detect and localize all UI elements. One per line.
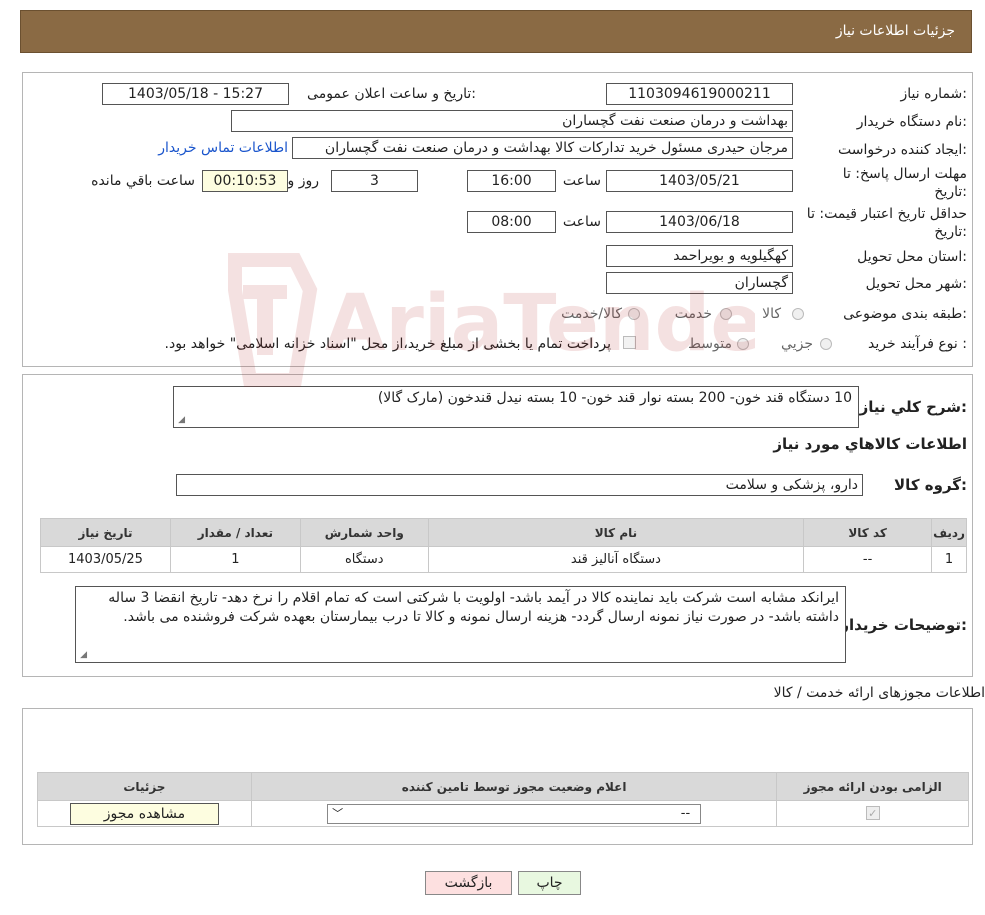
cell-name: دستگاه آنالیز قند xyxy=(427,546,805,573)
permit-status-cell: -- ﹀ xyxy=(250,800,778,827)
cell-code: -- xyxy=(803,546,933,573)
group-label: گروه کالا: xyxy=(894,476,967,494)
validity-time-label: ساعت xyxy=(562,214,601,230)
permit-required-checkbox: ✓ xyxy=(865,806,880,820)
view-permit-button[interactable]: مشاهده مجوز xyxy=(69,802,219,825)
col-unit: واحد شمارش xyxy=(299,518,429,547)
need-number-label: شماره نیاز: xyxy=(900,86,967,102)
announce-field[interactable]: 1403/05/18 - 15:27 xyxy=(102,83,289,105)
col-date: تاریخ نیاز xyxy=(40,518,171,547)
deadline-label: مهلت ارسال پاسخ: تا xyxy=(842,166,967,182)
page-header: جزئیات اطلاعات نیاز xyxy=(20,10,972,53)
city-label: شهر محل تحویل: xyxy=(865,276,967,292)
category-label: طبقه بندی موضوعی: xyxy=(843,306,967,322)
process-option-minor: جزیي xyxy=(781,336,813,352)
permits-table: الزامی بودن ارائه مجوز اعلام وضعیت مجوز … xyxy=(37,772,969,827)
summary-text: 10 دستگاه قند خون- 200 بسته نوار قند خون… xyxy=(377,390,852,406)
category-radio-goods-service[interactable] xyxy=(628,308,640,320)
cell-qty: 1 xyxy=(169,546,301,573)
cell-row: 1 xyxy=(931,546,967,573)
resize-grip-icon[interactable]: ◢ xyxy=(78,651,87,660)
chevron-down-icon: ﹀ xyxy=(332,806,344,820)
remaining-label: ساعت باقي مانده xyxy=(91,173,195,189)
permit-status-value: -- xyxy=(680,805,691,821)
validity-label-2: تاریخ: xyxy=(934,224,967,240)
process-label: نوع فرآیند خرید : xyxy=(868,336,967,352)
back-button[interactable]: بازگشت xyxy=(425,871,512,895)
validity-time-field[interactable]: 08:00 xyxy=(467,211,556,233)
buyer-notes-field[interactable]: ایرانکد مشابه است شرکت باید نماینده کالا… xyxy=(75,586,846,663)
page-title: جزئیات اطلاعات نیاز xyxy=(835,23,955,39)
permits-table-header: الزامی بودن ارائه مجوز اعلام وضعیت مجوز … xyxy=(37,772,969,801)
days-label: روز و xyxy=(287,173,320,189)
cell-unit: دستگاه xyxy=(299,546,429,573)
permit-status-select[interactable]: -- ﹀ xyxy=(327,803,702,824)
buyer-notes-label: توضیحات خریدار: xyxy=(840,616,967,634)
process-radio-minor[interactable] xyxy=(820,338,832,350)
print-button[interactable]: چاپ xyxy=(518,871,581,895)
category-option-goods-service: کالا/خدمت xyxy=(561,306,622,322)
remaining-time-field: 00:10:53 xyxy=(202,170,288,192)
category-radio-service[interactable] xyxy=(720,308,732,320)
deadline-time-field[interactable]: 16:00 xyxy=(467,170,556,192)
permit-required-cell: ✓ xyxy=(776,800,969,827)
province-field[interactable]: کهگیلویه و بویراحمد xyxy=(606,245,793,267)
validity-label: حداقل تاریخ اعتبار قیمت: تا xyxy=(806,206,967,222)
buyer-org-label: نام دستگاه خریدار: xyxy=(856,114,967,130)
need-number-field[interactable]: 1103094619000211 xyxy=(606,83,793,105)
permits-title: اطلاعات مجوزهای ارائه خدمت / کالا xyxy=(773,685,985,701)
col-code: کد کالا xyxy=(803,518,933,547)
buyer-notes-text: ایرانکد مشابه است شرکت باید نماینده کالا… xyxy=(108,590,839,625)
announce-label: تاریخ و ساعت اعلان عمومی: xyxy=(307,86,476,102)
col-permit-details: جزئیات xyxy=(37,772,252,801)
permit-details-cell: مشاهده مجوز xyxy=(37,800,252,827)
resize-grip-icon[interactable]: ◢ xyxy=(176,416,185,425)
days-field[interactable]: 3 xyxy=(331,170,418,192)
deadline-time-label: ساعت xyxy=(562,173,601,189)
summary-field[interactable]: 10 دستگاه قند خون- 200 بسته نوار قند خون… xyxy=(173,386,859,428)
requester-field[interactable]: مرجان حیدری مسئول خرید تدارکات کالا بهدا… xyxy=(292,137,793,159)
buyer-contact-link[interactable]: اطلاعات تماس خریدار xyxy=(158,140,288,156)
deadline-label-2: تاریخ: xyxy=(934,184,967,200)
category-radio-goods[interactable] xyxy=(792,308,804,320)
col-qty: تعداد / مقدار xyxy=(169,518,301,547)
city-field[interactable]: گچساران xyxy=(606,272,793,294)
validity-date-field[interactable]: 1403/06/18 xyxy=(606,211,793,233)
category-option-goods: کالا xyxy=(762,306,781,322)
col-row: رديف xyxy=(931,518,967,547)
deadline-date-field[interactable]: 1403/05/21 xyxy=(606,170,793,192)
treasury-checkbox[interactable] xyxy=(623,336,636,349)
summary-label: شرح کلي نياز: xyxy=(859,398,967,416)
col-permit-required: الزامی بودن ارائه مجوز xyxy=(776,772,969,801)
buyer-org-field[interactable]: بهداشت و درمان صنعت نفت گچساران xyxy=(231,110,793,132)
process-option-medium: متوسط xyxy=(688,336,732,352)
process-note: پرداخت تمام یا بخشی از مبلغ خرید،از محل … xyxy=(164,336,611,352)
items-title: اطلاعات کالاهاي مورد نياز xyxy=(773,435,967,453)
col-name: نام کالا xyxy=(427,518,805,547)
items-table: رديف کد کالا نام کالا واحد شمارش تعداد /… xyxy=(40,518,967,573)
cell-date: 1403/05/25 xyxy=(40,546,171,573)
group-field[interactable]: دارو، پزشکی و سلامت xyxy=(176,474,863,496)
requester-label: ایجاد کننده درخواست: xyxy=(838,142,967,158)
col-permit-status: اعلام وضعیت مجوز توسط تامین کننده xyxy=(250,772,778,801)
table-row: ✓ -- ﹀ مشاهده مجوز xyxy=(37,800,969,827)
items-table-header: رديف کد کالا نام کالا واحد شمارش تعداد /… xyxy=(40,518,967,547)
category-option-service: خدمت xyxy=(674,306,712,322)
process-radio-medium[interactable] xyxy=(737,338,749,350)
province-label: استان محل تحویل: xyxy=(857,249,967,265)
table-row[interactable]: 1 -- دستگاه آنالیز قند دستگاه 1 1403/05/… xyxy=(40,546,967,573)
